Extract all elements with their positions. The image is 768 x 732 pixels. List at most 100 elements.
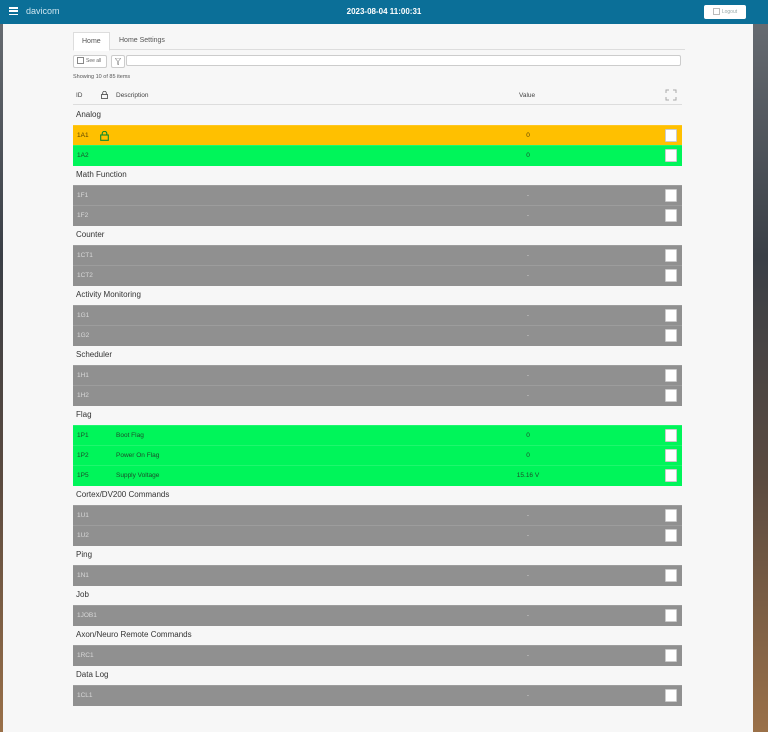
table-row[interactable]: 1U2 - (73, 525, 682, 546)
row-action-button[interactable] (665, 309, 677, 322)
row-action-button[interactable] (665, 329, 677, 342)
row-value: - (526, 332, 530, 339)
row-action-button[interactable] (665, 609, 677, 622)
column-description: Description (116, 92, 149, 99)
row-description: Supply Voltage (116, 472, 160, 479)
row-action-button[interactable] (665, 509, 677, 522)
table-row[interactable]: 1JOB1 - (73, 605, 682, 626)
table-row[interactable]: 1F1 - (73, 185, 682, 206)
group-title: Data Log (76, 670, 109, 679)
lock-icon (100, 131, 109, 141)
row-id: 1JOB1 (77, 612, 97, 619)
row-action-button[interactable] (665, 209, 677, 222)
column-value: Value (519, 92, 536, 99)
row-id: 1G2 (77, 332, 90, 339)
row-action-button[interactable] (665, 449, 677, 462)
table-row[interactable]: 1RC1 - (73, 645, 682, 666)
row-action-button[interactable] (665, 569, 677, 582)
table-row[interactable]: 1U1 - (73, 505, 682, 526)
row-value: - (526, 572, 530, 579)
table-row[interactable]: 1P2 Power On Flag 0 (73, 445, 682, 466)
row-action-button[interactable] (665, 249, 677, 262)
row-action-button[interactable] (665, 689, 677, 702)
expand-icon[interactable] (665, 89, 677, 101)
table-row[interactable]: 1A1 0 (73, 125, 682, 146)
row-description: Boot Flag (116, 432, 144, 439)
row-id: 1P5 (77, 472, 89, 479)
table-row[interactable]: 1A2 0 (73, 145, 682, 166)
row-id: 1CT1 (77, 252, 93, 259)
checkbox-icon (77, 57, 84, 65)
see-all-checkbox[interactable]: See all (73, 55, 107, 68)
group-title: Cortex/DV200 Commands (76, 490, 170, 499)
toolbar: See all (73, 55, 682, 68)
see-all-label: See all (86, 58, 102, 64)
row-id: 1A1 (77, 132, 89, 139)
row-id: 1U2 (77, 532, 89, 539)
row-action-button[interactable] (665, 429, 677, 442)
tab-home[interactable]: Home (73, 32, 110, 51)
row-value: - (526, 692, 530, 699)
table-row[interactable]: 1G1 - (73, 305, 682, 326)
table-row[interactable]: 1CL1 - (73, 685, 682, 706)
row-value: 0 (526, 132, 530, 139)
table-row[interactable]: 1G2 - (73, 325, 682, 346)
row-value: - (526, 652, 530, 659)
search-input[interactable] (126, 55, 681, 66)
row-id: 1F1 (77, 192, 89, 199)
datetime-display: 2023-08-04 11:00:31 (346, 7, 422, 16)
row-id: 1N1 (77, 572, 89, 579)
filter-button[interactable] (111, 55, 125, 68)
row-id: 1H2 (77, 392, 89, 399)
row-id: 1CL1 (77, 692, 93, 699)
filter-icon (115, 58, 121, 65)
group-title: Analog (76, 110, 101, 119)
row-value: 15.16 V (516, 472, 540, 479)
row-value: 0 (526, 152, 530, 159)
lock-icon (101, 91, 108, 99)
table-row[interactable]: 1H1 - (73, 365, 682, 386)
logout-icon (712, 8, 720, 16)
row-value: - (526, 252, 530, 259)
row-action-button[interactable] (665, 269, 677, 282)
row-id: 1F2 (77, 212, 89, 219)
row-value: - (526, 212, 530, 219)
row-action-button[interactable] (665, 529, 677, 542)
row-id: 1G1 (77, 312, 90, 319)
row-id: 1H1 (77, 372, 89, 379)
logout-label: Logout (721, 9, 738, 15)
group-title: Counter (76, 230, 105, 239)
table-row[interactable]: 1H2 - (73, 385, 682, 406)
row-action-button[interactable] (665, 369, 677, 382)
row-value: - (526, 272, 530, 279)
table-row[interactable]: 1CT2 - (73, 265, 682, 286)
row-action-button[interactable] (665, 189, 677, 202)
row-action-button[interactable] (665, 149, 677, 162)
group-title: Scheduler (76, 350, 113, 359)
row-action-button[interactable] (665, 649, 677, 662)
row-id: 1P2 (77, 452, 89, 459)
table-row[interactable]: 1CT1 - (73, 245, 682, 266)
row-value: 0 (526, 452, 530, 459)
tab-home-settings[interactable]: Home Settings (111, 32, 173, 49)
row-action-button[interactable] (665, 129, 677, 142)
row-description: Power On Flag (116, 452, 160, 459)
logout-button[interactable]: Logout (704, 5, 746, 19)
group-title: Job (76, 590, 89, 599)
row-action-button[interactable] (665, 469, 677, 482)
tab-bar: Home Home Settings (73, 32, 685, 51)
group-title: Math Function (76, 170, 127, 179)
row-value: - (526, 372, 530, 379)
row-value: - (526, 532, 530, 539)
group-title: Ping (76, 550, 93, 559)
row-value: - (526, 612, 530, 619)
table-row[interactable]: 1F2 - (73, 205, 682, 226)
row-value: - (526, 392, 530, 399)
row-value: - (526, 192, 530, 199)
column-id: ID (76, 92, 83, 99)
table-row[interactable]: 1P5 Supply Voltage 15.16 V (73, 465, 682, 486)
table-row[interactable]: 1N1 - (73, 565, 682, 586)
row-action-button[interactable] (665, 389, 677, 402)
table-row[interactable]: 1P1 Boot Flag 0 (73, 425, 682, 446)
group-title: Axon/Neuro Remote Commands (76, 630, 192, 639)
